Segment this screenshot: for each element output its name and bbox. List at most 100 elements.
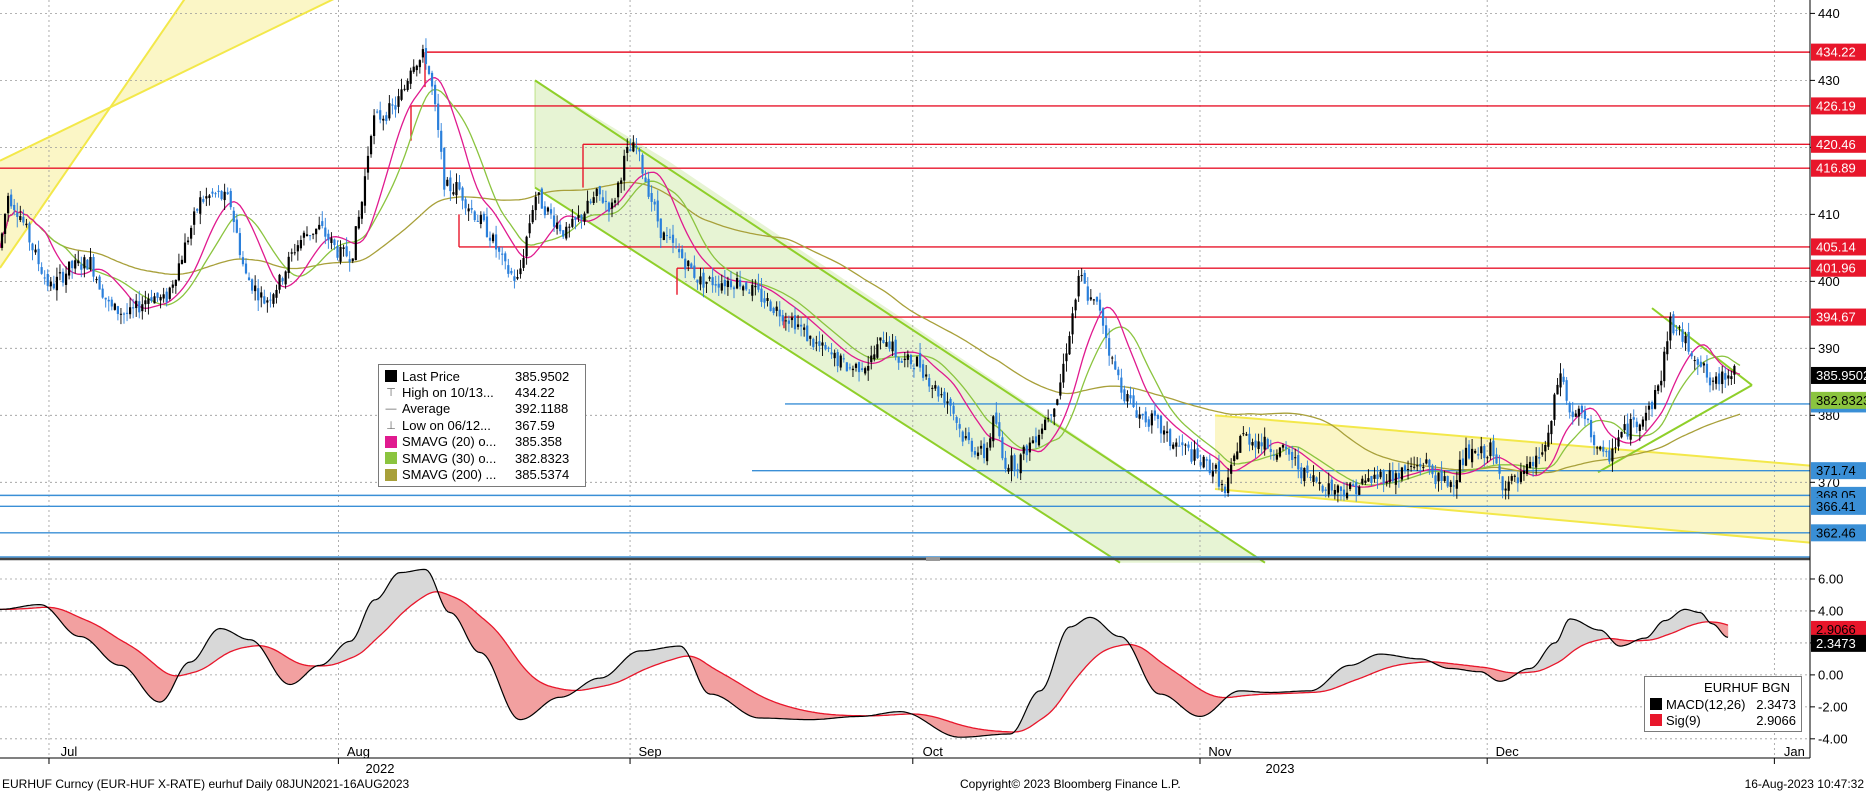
candle-body xyxy=(1489,442,1492,457)
macd-histogram-fill xyxy=(769,699,773,719)
candle-body xyxy=(1498,465,1501,474)
candle-body xyxy=(1687,331,1690,352)
candle-body xyxy=(1239,435,1242,453)
candle-body xyxy=(1300,467,1303,479)
candle-body xyxy=(1605,451,1608,453)
candle-body xyxy=(498,247,501,252)
macd-histogram-fill xyxy=(1337,668,1341,688)
candle-body xyxy=(1199,462,1202,466)
macd-histogram-fill xyxy=(395,572,399,620)
candle-body xyxy=(1361,478,1364,484)
candle-body xyxy=(68,261,71,276)
legend-item: SMAVG (200) ... 385.5374 xyxy=(385,466,581,482)
macd-histogram-fill xyxy=(373,599,377,642)
macd-histogram-fill xyxy=(391,575,395,625)
macd-histogram-fill xyxy=(771,700,775,719)
macd-histogram-fill xyxy=(803,710,807,720)
candle-body xyxy=(1391,470,1394,482)
candle-body xyxy=(446,179,449,186)
level-tag-371.74: 371.74 xyxy=(1816,463,1856,478)
candle-body xyxy=(1086,286,1089,301)
candle-body xyxy=(455,182,458,196)
macd-histogram-fill xyxy=(627,654,631,678)
candle-body xyxy=(1733,365,1736,375)
candle-body xyxy=(452,192,455,195)
macd-histogram-fill xyxy=(449,595,453,614)
macd-histogram-fill xyxy=(797,708,801,720)
candle-body xyxy=(186,240,190,243)
macd-histogram-fill xyxy=(1199,689,1203,717)
candle-body xyxy=(1437,472,1440,482)
candle-body xyxy=(864,368,867,374)
macd-histogram-fill xyxy=(209,633,213,666)
candle-body xyxy=(1556,384,1559,395)
macd-histogram-fill xyxy=(711,667,715,695)
macd-legend: EURHUF BGN MACD(12,26) 2.3473 Sig(9) 2.9066 xyxy=(1644,676,1802,732)
macd-histogram-fill xyxy=(1353,663,1357,681)
x-tick-label-6: Jan xyxy=(1784,744,1805,759)
macd-histogram-fill xyxy=(1619,639,1623,647)
macd-histogram-fill xyxy=(1167,666,1171,698)
macd-histogram-fill xyxy=(793,707,797,720)
candle-body xyxy=(430,72,434,87)
macd-histogram-fill xyxy=(147,658,151,698)
candle-body xyxy=(1715,376,1718,384)
candles xyxy=(0,38,1736,503)
candle-body xyxy=(98,276,101,290)
candle-body xyxy=(793,315,797,330)
candle-body xyxy=(241,257,245,265)
macd-histogram-fill xyxy=(751,690,755,718)
candle-body xyxy=(961,431,964,442)
macd-histogram-fill xyxy=(633,651,637,675)
macd-histogram-fill xyxy=(795,708,799,720)
macd-histogram-fill xyxy=(975,728,979,737)
candle-body xyxy=(888,341,891,349)
candle-body xyxy=(1422,467,1425,469)
candle-body xyxy=(979,445,983,449)
candle-body xyxy=(1599,446,1602,450)
macd-histogram-fill xyxy=(1061,632,1065,699)
candle-body xyxy=(1156,415,1160,419)
candle-body xyxy=(1522,470,1526,474)
candle-body xyxy=(1608,450,1611,462)
macd-histogram-fill xyxy=(165,672,169,699)
macd-histogram-fill xyxy=(805,710,809,720)
macd-histogram-fill xyxy=(499,634,503,692)
candle-body xyxy=(71,260,74,269)
candle-body xyxy=(1623,424,1626,431)
candle-body xyxy=(1053,408,1056,417)
macd-histogram-fill xyxy=(1565,619,1569,658)
candle-body xyxy=(604,200,607,202)
macd-histogram-fill xyxy=(1077,621,1081,677)
candle-body xyxy=(190,227,193,239)
candle-body xyxy=(821,342,824,346)
candle-body xyxy=(299,240,302,249)
macd-histogram-fill xyxy=(287,657,291,685)
candle-body xyxy=(540,188,543,209)
macd-histogram-fill xyxy=(733,679,737,708)
candle-body xyxy=(1455,480,1458,489)
candle-body xyxy=(1108,338,1111,356)
macd-histogram-fill xyxy=(481,617,485,655)
macd-histogram-fill xyxy=(621,659,625,681)
macd-histogram-fill xyxy=(1343,665,1347,685)
candle-body xyxy=(1288,449,1291,455)
candle-body xyxy=(1440,470,1443,481)
candle-body xyxy=(141,304,144,312)
signal-line xyxy=(0,591,1729,733)
candle-body xyxy=(1562,376,1565,382)
candle-body xyxy=(269,299,272,301)
candle-body xyxy=(119,313,123,315)
candle-body xyxy=(13,204,16,211)
candle-body xyxy=(467,208,470,212)
candle-body xyxy=(208,195,211,199)
candle-body xyxy=(949,398,952,406)
candle-body xyxy=(92,257,95,277)
macd-histogram-fill xyxy=(1569,618,1573,654)
macd-histogram-fill xyxy=(1081,618,1085,672)
candle-body xyxy=(1040,428,1044,434)
x-tick-label-2: Sep xyxy=(638,744,661,759)
macd-histogram-fill xyxy=(1195,686,1199,717)
footer-timestamp: 16-Aug-2023 10:47:32 xyxy=(1744,777,1864,791)
candle-body xyxy=(369,136,373,155)
